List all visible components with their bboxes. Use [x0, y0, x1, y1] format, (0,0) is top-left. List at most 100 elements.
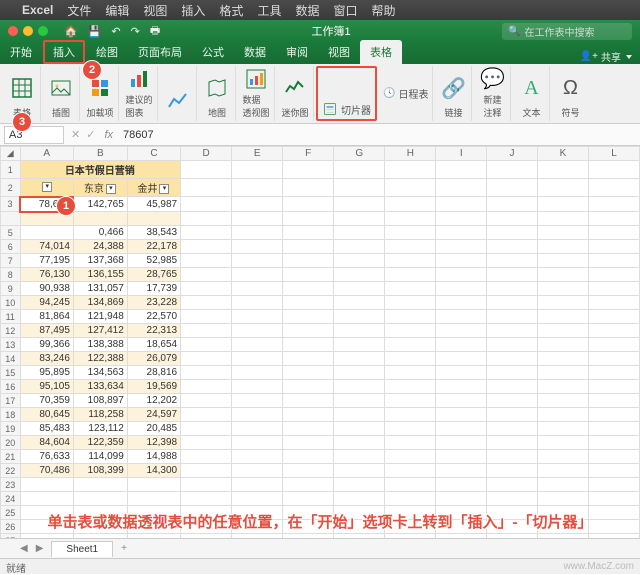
- cell[interactable]: [436, 310, 487, 324]
- cell[interactable]: 134,563: [73, 366, 127, 380]
- cell[interactable]: 121,948: [73, 310, 127, 324]
- cell[interactable]: [334, 478, 385, 492]
- cell[interactable]: [537, 179, 588, 197]
- qat-print-icon[interactable]: 🖶: [150, 22, 160, 41]
- cell[interactable]: [588, 254, 639, 268]
- cell[interactable]: [283, 240, 334, 254]
- cell[interactable]: [588, 296, 639, 310]
- cell[interactable]: [181, 492, 232, 506]
- cell[interactable]: [487, 380, 538, 394]
- cell[interactable]: 70,486: [20, 464, 73, 478]
- cell[interactable]: [487, 282, 538, 296]
- cell[interactable]: [232, 436, 283, 450]
- cell[interactable]: [283, 380, 334, 394]
- cell[interactable]: [537, 226, 588, 240]
- cell[interactable]: [283, 310, 334, 324]
- cell[interactable]: [181, 352, 232, 366]
- cell[interactable]: 99,366: [20, 338, 73, 352]
- cell[interactable]: [127, 492, 180, 506]
- cell[interactable]: [334, 310, 385, 324]
- cell[interactable]: 14,988: [127, 450, 180, 464]
- tab-layout[interactable]: 页面布局: [128, 40, 192, 64]
- menu-help[interactable]: 帮助: [371, 2, 395, 19]
- cell[interactable]: [232, 338, 283, 352]
- cell[interactable]: [487, 254, 538, 268]
- col-header[interactable]: I: [436, 147, 487, 161]
- col-header[interactable]: A: [20, 147, 73, 161]
- cell[interactable]: [232, 492, 283, 506]
- cell[interactable]: [588, 450, 639, 464]
- filter-header[interactable]: ▾: [20, 179, 73, 197]
- ribbon-map[interactable]: 地图: [199, 66, 236, 121]
- cell[interactable]: [334, 268, 385, 282]
- cell[interactable]: [334, 408, 385, 422]
- cell[interactable]: 127,412: [73, 324, 127, 338]
- cell[interactable]: [537, 282, 588, 296]
- cell[interactable]: [283, 338, 334, 352]
- cell[interactable]: [334, 464, 385, 478]
- cell[interactable]: [436, 338, 487, 352]
- cell[interactable]: [73, 212, 127, 226]
- cell[interactable]: [487, 394, 538, 408]
- cell[interactable]: [487, 464, 538, 478]
- ribbon-pivotchart[interactable]: 数据 透视图: [238, 66, 275, 121]
- cell[interactable]: 138,388: [73, 338, 127, 352]
- tab-review[interactable]: 审阅: [276, 40, 318, 64]
- cell[interactable]: 87,495: [20, 324, 73, 338]
- cell[interactable]: [487, 197, 538, 212]
- cell[interactable]: [537, 254, 588, 268]
- cell[interactable]: [588, 324, 639, 338]
- filter-icon[interactable]: ▾: [106, 184, 116, 194]
- qat-home-icon[interactable]: 🏠: [64, 25, 78, 38]
- cell[interactable]: [537, 478, 588, 492]
- cell[interactable]: [487, 240, 538, 254]
- cell[interactable]: [487, 352, 538, 366]
- cell[interactable]: [385, 179, 436, 197]
- cell[interactable]: [487, 366, 538, 380]
- cell[interactable]: [436, 161, 487, 179]
- cell[interactable]: [283, 492, 334, 506]
- cell[interactable]: [588, 366, 639, 380]
- cell[interactable]: [232, 464, 283, 478]
- name-box[interactable]: A3: [4, 126, 64, 144]
- cell[interactable]: [385, 492, 436, 506]
- cell[interactable]: [181, 197, 232, 212]
- cell[interactable]: [436, 352, 487, 366]
- cell[interactable]: [385, 268, 436, 282]
- share-button[interactable]: 👤+ 共享: [580, 49, 632, 64]
- cell[interactable]: 18,654: [127, 338, 180, 352]
- cell[interactable]: [283, 464, 334, 478]
- cell[interactable]: [283, 450, 334, 464]
- cell[interactable]: [181, 380, 232, 394]
- cell[interactable]: [537, 268, 588, 282]
- cell[interactable]: 0,466: [73, 226, 127, 240]
- cell[interactable]: [334, 338, 385, 352]
- cell[interactable]: [385, 338, 436, 352]
- cell[interactable]: [537, 436, 588, 450]
- menu-insert[interactable]: 插入: [181, 2, 205, 19]
- cell[interactable]: 23,228: [127, 296, 180, 310]
- cell[interactable]: [487, 268, 538, 282]
- cell[interactable]: [588, 422, 639, 436]
- cell[interactable]: 95,895: [20, 366, 73, 380]
- cell[interactable]: 85,483: [20, 422, 73, 436]
- worksheet[interactable]: ◢ABCDEFGHIJKL1日本节假日营销2▾东京▾金井▾378,607142,…: [0, 146, 640, 546]
- sheet-nav-prev[interactable]: ◀: [20, 543, 28, 554]
- ribbon-link[interactable]: 🔗链接: [435, 66, 472, 121]
- tab-home[interactable]: 开始: [0, 40, 42, 64]
- cell[interactable]: [385, 436, 436, 450]
- col-header[interactable]: H: [385, 147, 436, 161]
- cell[interactable]: [232, 282, 283, 296]
- cell[interactable]: [232, 408, 283, 422]
- fx-accept-icon[interactable]: ✓: [86, 128, 95, 141]
- col-header[interactable]: J: [487, 147, 538, 161]
- cell[interactable]: 76,633: [20, 450, 73, 464]
- cell[interactable]: [588, 197, 639, 212]
- cell[interactable]: [334, 197, 385, 212]
- cell[interactable]: 108,897: [73, 394, 127, 408]
- ribbon-chart-types[interactable]: [160, 66, 197, 121]
- cell[interactable]: [181, 324, 232, 338]
- cell[interactable]: [537, 310, 588, 324]
- cell[interactable]: [334, 296, 385, 310]
- col-header[interactable]: E: [232, 147, 283, 161]
